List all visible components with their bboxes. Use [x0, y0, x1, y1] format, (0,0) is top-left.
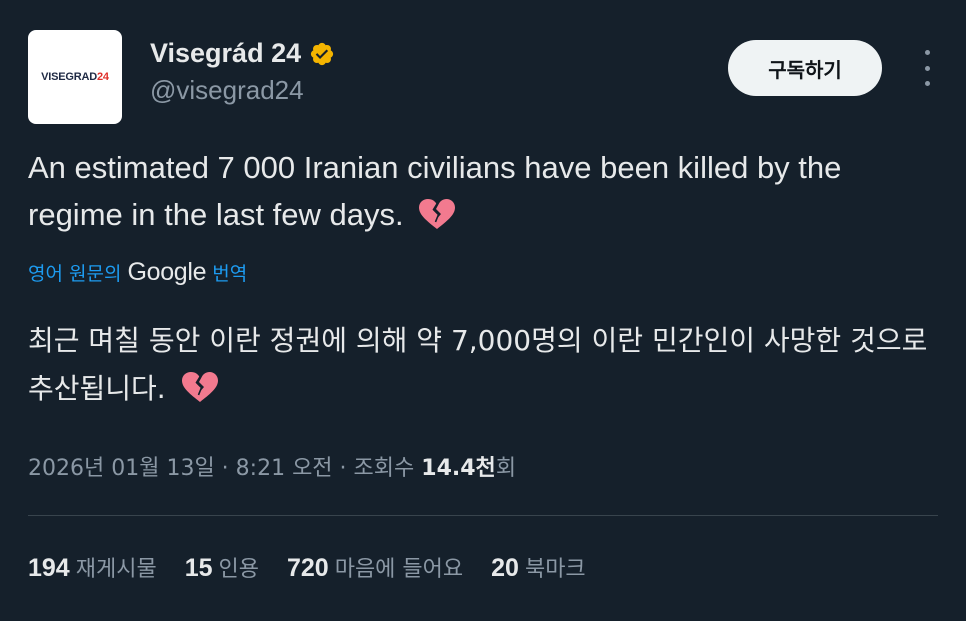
avatar-logo: VISEGRAD24 — [41, 71, 109, 83]
reposts-count: 194 — [28, 554, 70, 582]
divider — [28, 515, 938, 516]
broken-heart-icon — [181, 372, 218, 402]
tweet-text-ko: 최근 며칠 동안 이란 정권에 의해 약 7,000명의 이란 민간인이 사망한… — [28, 324, 928, 405]
author-names: Visegrád 24 @visegrad24 — [150, 38, 335, 106]
views-suffix: 회 — [495, 456, 517, 481]
dot — [924, 81, 930, 86]
tweet-date[interactable]: 2026년 01월 13일 — [28, 456, 215, 481]
bookmarks-stat[interactable]: 20 북마크 — [491, 551, 586, 583]
views-label: 조회수 — [353, 456, 415, 481]
display-name-row: Visegrád 24 — [150, 38, 335, 69]
views-count: 14.4천 — [421, 456, 496, 481]
google-logo: Google — [127, 258, 207, 286]
reposts-label: 재게시물 — [75, 557, 157, 582]
tweet-text-translated: 최근 며칠 동안 이란 정권에 의해 약 7,000명의 이란 민간인이 사망한… — [28, 317, 938, 413]
display-name[interactable]: Visegrád 24 — [150, 38, 301, 69]
quotes-count: 15 — [184, 554, 213, 582]
likes-count: 720 — [286, 554, 329, 582]
tweet-meta: 2026년 01월 13일 · 8:21 오전 · 조회수 14.4천회 — [28, 450, 516, 482]
reposts-stat[interactable]: 194 재게시물 — [28, 551, 157, 583]
likes-stat[interactable]: 720 마음에 들어요 — [287, 551, 463, 583]
bookmarks-label: 북마크 — [524, 557, 586, 582]
tweet: VISEGRAD24 Visegrád 24 @visegrad24 구독하기 … — [0, 0, 966, 621]
avatar[interactable]: VISEGRAD24 — [28, 30, 122, 124]
tweet-stats: 194 재게시물 15 인용 720 마음에 들어요 20 북마크 — [28, 551, 586, 583]
translation-attribution[interactable]: 영어 원문의 Google 번역 — [28, 258, 247, 287]
tweet-text-original: An estimated 7 000 Iranian civilians hav… — [28, 144, 938, 238]
meta-separator: · — [332, 456, 354, 481]
broken-heart-icon — [419, 199, 456, 229]
translation-suffix: 번역 — [212, 263, 248, 285]
quotes-label: 인용 — [218, 557, 259, 582]
tweet-time[interactable]: 8:21 오전 — [236, 456, 333, 481]
bookmarks-count: 20 — [491, 554, 519, 582]
handle[interactable]: @visegrad24 — [150, 75, 335, 106]
subscribe-button[interactable]: 구독하기 — [728, 40, 882, 96]
quotes-stat[interactable]: 15 인용 — [185, 551, 259, 583]
dot — [924, 50, 930, 55]
translation-prefix: 영어 원문의 — [28, 263, 122, 285]
verified-badge-icon — [311, 42, 334, 65]
likes-label: 마음에 들어요 — [334, 557, 464, 582]
meta-separator: · — [214, 456, 236, 481]
more-vertical-icon[interactable] — [922, 50, 932, 86]
dot — [924, 65, 930, 71]
tweet-header: VISEGRAD24 Visegrád 24 @visegrad24 구독하기 — [28, 30, 938, 124]
